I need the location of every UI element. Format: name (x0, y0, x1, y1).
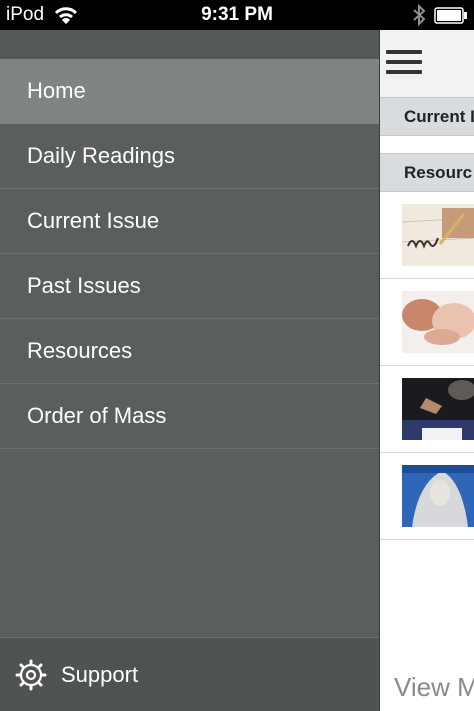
main-content: Current I Resourc View M (379, 30, 474, 711)
menu-item-label: Past Issues (27, 273, 141, 298)
menu-item-label: Order of Mass (27, 403, 167, 428)
bluetooth-icon (413, 3, 426, 27)
praying-hands-image (402, 378, 474, 440)
gear-icon (15, 659, 47, 691)
menu-item-home[interactable]: Home (0, 59, 379, 124)
menu-item-label: Home (27, 78, 86, 103)
menu-item-resources[interactable]: Resources (0, 319, 379, 384)
list-item[interactable] (380, 192, 474, 279)
nav-bar (380, 30, 474, 97)
menu-item-past-issues[interactable]: Past Issues (0, 254, 379, 319)
section-header-current-issue: Current I (380, 97, 474, 136)
battery-icon (434, 7, 467, 24)
status-bar: iPod 9:31 PM (0, 0, 474, 30)
list-item[interactable] (380, 453, 474, 540)
mary-statue-image (402, 465, 474, 527)
clock: 9:31 PM (201, 4, 273, 25)
menu-item-label: Resources (27, 338, 133, 363)
side-drawer: Home Daily Readings Current Issue Past I… (0, 30, 379, 711)
support-label: Support (61, 662, 139, 687)
handwriting-why-image (402, 204, 474, 266)
baby-hands-image (402, 291, 474, 353)
list-item[interactable] (380, 279, 474, 366)
section-header-resources: Resourc (380, 153, 474, 192)
menu-item-label: Daily Readings (27, 143, 175, 168)
menu-item-daily-readings[interactable]: Daily Readings (0, 124, 379, 189)
menu-item-label: Current Issue (27, 208, 160, 233)
list-item[interactable] (380, 366, 474, 453)
menu-item-order-of-mass[interactable]: Order of Mass (0, 384, 379, 449)
menu-item-current-issue[interactable]: Current Issue (0, 189, 379, 254)
drawer-header (0, 30, 379, 59)
view-more-button[interactable]: View M (394, 672, 474, 703)
support-button[interactable]: Support (0, 637, 379, 711)
hamburger-menu-icon[interactable] (386, 50, 422, 74)
